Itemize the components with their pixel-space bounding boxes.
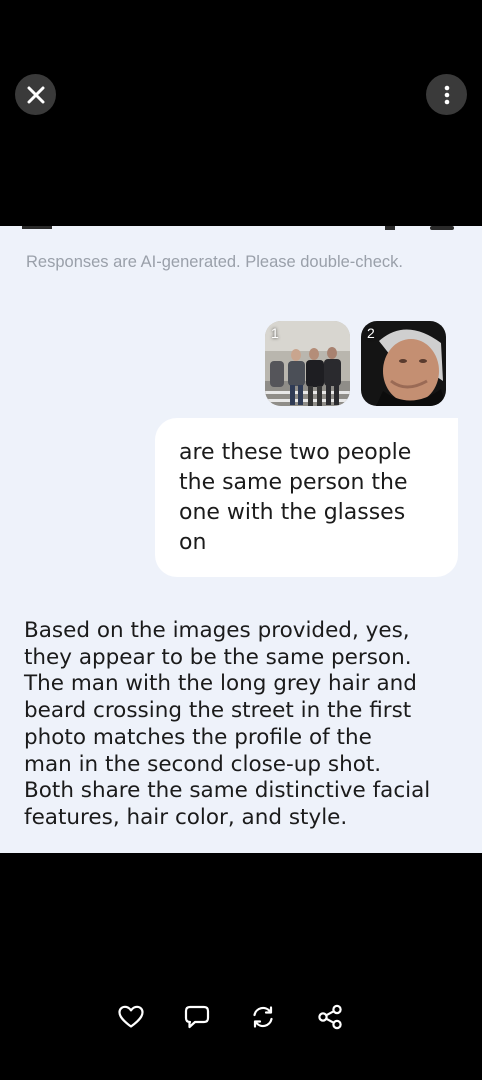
refresh-icon [253,1006,273,1028]
close-button[interactable] [15,74,56,115]
heart-icon [118,1005,144,1028]
assistant-message-text: Based on the images provided, yes, they … [24,618,431,830]
attachment-thumbnail-1[interactable]: 1 [265,321,350,406]
comment-button[interactable] [182,1002,212,1032]
share-icon [318,1004,342,1030]
comment-icon [184,1005,210,1029]
attachment-index: 1 [271,325,279,341]
attachment-index: 2 [367,325,375,341]
share-button[interactable] [315,1002,345,1032]
message-actions-bar [0,990,482,1045]
close-icon [27,86,44,103]
like-button[interactable] [116,1002,146,1032]
chat-panel: Responses are AI-generated. Please doubl… [0,226,482,853]
more-vertical-icon [444,85,449,104]
cut-off-toolbar [22,226,454,230]
regenerate-button[interactable] [248,1002,278,1032]
more-options-button[interactable] [426,74,467,115]
user-message-bubble: are these two people the same person the… [155,418,458,577]
attachment-thumbnail-2[interactable]: 2 [361,321,446,406]
user-message-text: are these two people the same person the… [179,440,412,555]
ai-disclaimer: Responses are AI-generated. Please doubl… [26,253,403,271]
